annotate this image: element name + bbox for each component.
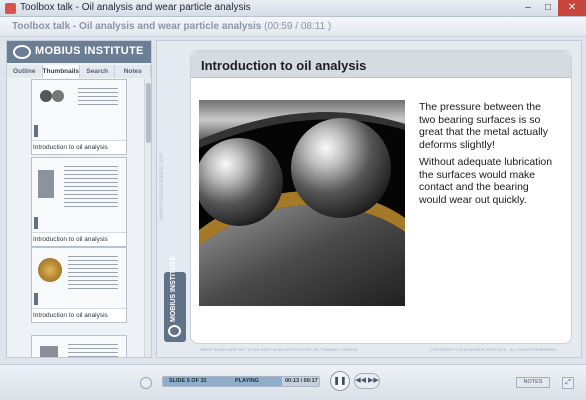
slide-counter: SLIDE 5 OF 32 [169,378,207,384]
thumbnail-item[interactable]: Introduction to oil analysis [31,247,127,323]
minimize-button[interactable]: – [518,0,538,16]
maximize-button[interactable]: □ [538,0,558,16]
window-titlebar: Toolbox talk - Oil analysis and wear par… [0,0,586,17]
thumbnail-image [32,336,126,357]
thumbnail-item[interactable]: Introduction to oil analysis [31,79,127,155]
mobius-logo-icon [13,45,31,59]
slide-header: Introduction to oil analysis [191,51,571,78]
skip-buttons[interactable]: ◀◀ ▶▶ [354,373,380,389]
slide-footer-left: THESE SLIDES ARE NOT TO BE USED IN AN IN… [199,347,358,352]
slide-paragraph: The pressure between the two bearing sur… [419,101,548,151]
watermark-text: www.mobiusinstitute.com [159,152,165,220]
notes-button[interactable]: NOTES [516,377,550,388]
sidebar-tabs: Outline Thumbnails Search Notes [7,65,151,78]
course-title: Toolbox talk - Oil analysis and wear par… [12,21,331,32]
tab-notes[interactable]: Notes [115,65,151,78]
thumbnail-caption: Introduction to oil analysis [32,140,126,154]
thumbnail-image [32,158,126,232]
tab-thumbnails[interactable]: Thumbnails [42,65,80,78]
slide-title: Introduction to oil analysis [201,58,367,73]
progress-bar[interactable]: SLIDE 5 OF 32 PLAYING 00:13 / 00:17 [162,376,320,387]
player-controls: SLIDE 5 OF 32 PLAYING 00:13 / 00:17 ❚❚ ◀… [0,364,586,400]
playback-time: 00:13 / 00:17 [285,378,318,384]
thumbnail-caption: Introduction to oil analysis [32,232,126,246]
volume-button[interactable] [140,377,152,389]
slide-footer-right: COPYRIGHT © 2015 MOBIUS INSTITUTE - ALL … [430,347,557,352]
player-header: Toolbox talk - Oil analysis and wear par… [0,17,586,37]
bearing-illustration [199,100,405,306]
thumbnail-scrollbar[interactable] [144,79,151,357]
thumbnail-image [32,80,126,140]
thumbnail-item[interactable] [31,335,127,357]
playback-status: PLAYING [235,378,259,384]
thumbnail-image [32,248,126,308]
course-title-text: Toolbox talk - Oil analysis and wear par… [12,21,262,32]
app-icon [5,3,16,14]
tab-outline[interactable]: Outline [7,65,43,78]
course-elapsed-time: (00:59 / 08:11 ) [264,21,332,32]
sidebar-panel: MOBIUS INSTITUTE Outline Thumbnails Sear… [6,40,152,358]
badge-text: MOBIUS INSTITUTE [170,255,177,322]
close-button[interactable]: ✕ [558,0,586,16]
slide-content: Introduction to oil analysis The pressur… [190,50,572,344]
resize-icon[interactable]: ⤢ [562,377,574,389]
slide-paragraph: Without adequate lubrication the surface… [419,156,553,206]
slide-body: The pressure between the two bearing sur… [419,101,559,211]
window-title: Toolbox talk - Oil analysis and wear par… [20,2,251,13]
brand-logo: MOBIUS INSTITUTE [7,41,151,63]
scrollbar-thumb[interactable] [146,83,151,143]
mobius-logo-icon [168,325,181,337]
tab-search[interactable]: Search [79,65,116,78]
pause-button[interactable]: ❚❚ [330,371,350,391]
thumbnail-list: Introduction to oil analysis Introductio… [7,79,151,357]
brand-logo-text: MOBIUS INSTITUTE [35,45,144,57]
mobius-badge: MOBIUS INSTITUTE [164,255,186,342]
thumbnail-caption: Introduction to oil analysis [32,308,126,322]
thumbnail-item[interactable]: Introduction to oil analysis [31,157,127,247]
bearing-image [199,100,405,306]
